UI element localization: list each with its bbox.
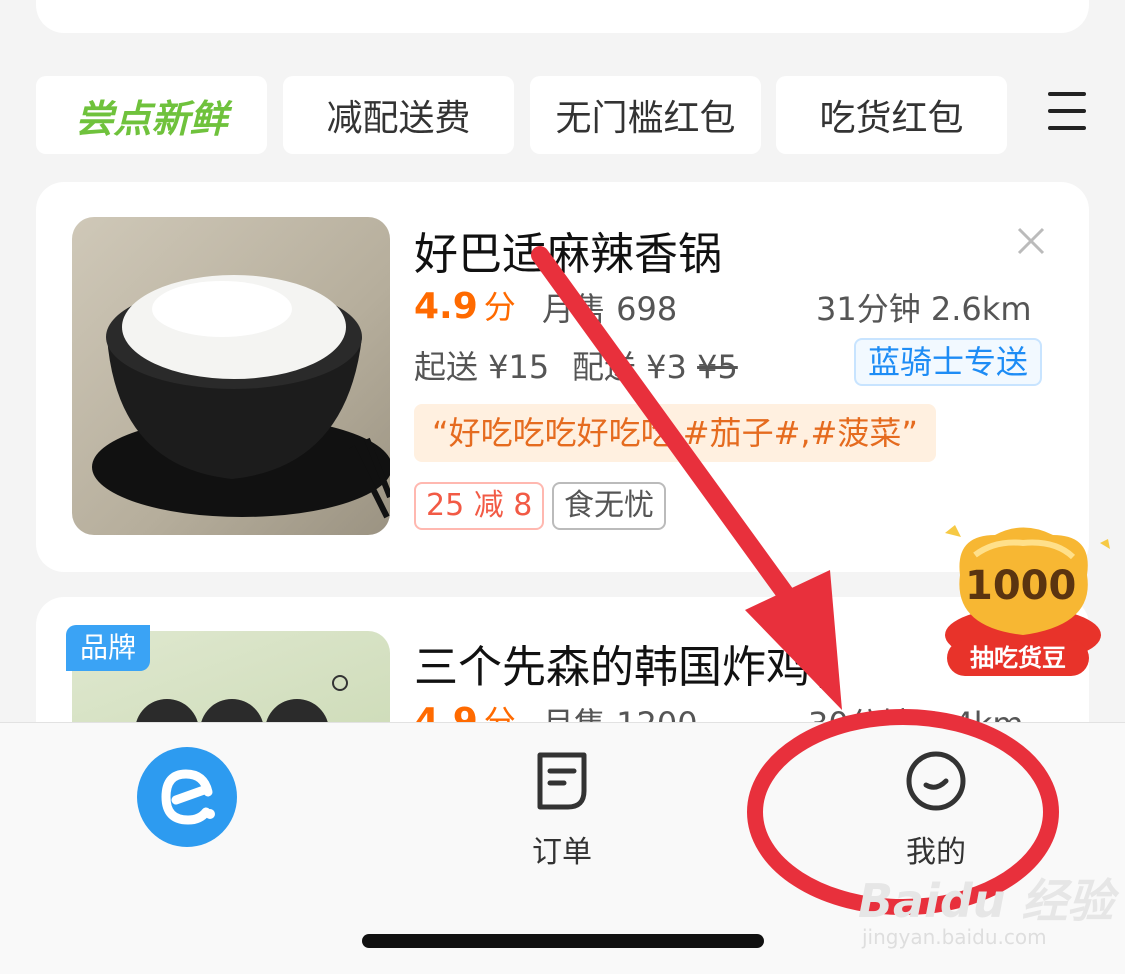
lucky-draw-number: 1000 — [965, 563, 1077, 609]
filter-chip-no-threshold-coupon[interactable]: 无门槛红包 — [530, 76, 761, 154]
promo-tag: 25 减 8 — [414, 482, 545, 530]
delivery-fee: 配送 ¥3 ¥5 — [572, 342, 738, 388]
safety-tag: 食无忧 — [552, 482, 666, 530]
eleme-logo-icon — [161, 769, 215, 825]
delivery-fee-current: 配送 ¥3 — [572, 348, 687, 386]
rating-unit: 分 — [483, 288, 516, 326]
store-thumbnail — [72, 217, 390, 535]
filter-chip-reduced-delivery[interactable]: 减配送费 — [283, 76, 514, 154]
tab-orders[interactable]: 订单 — [512, 749, 612, 871]
brand-badge: 品牌 — [66, 625, 151, 671]
profile-icon — [906, 751, 966, 811]
filter-chip-foodie-coupon[interactable]: 吃货红包 — [776, 76, 1007, 154]
min-order: 起送 ¥15 — [414, 348, 550, 386]
delivery-fee-original: ¥5 — [697, 348, 738, 386]
monthly-sales: 月售 698 — [542, 290, 678, 328]
top-card — [36, 0, 1089, 33]
tab-home[interactable] — [137, 747, 237, 847]
tab-mine[interactable]: 我的 — [886, 749, 986, 871]
filter-bar: 尝点新鲜 减配送费 无门槛红包 吃货红包 — [36, 76, 1089, 154]
order-icon — [537, 752, 587, 810]
watermark-logo: Baidu 经验 — [858, 874, 1114, 928]
store-name: 三个先森的韩国炸鸡( — [414, 642, 828, 693]
store-card[interactable]: 好巴适麻辣香锅 4.9 分 月售 698 31分钟 2.6km 起送 ¥15 配送… — [36, 182, 1089, 572]
filter-chip-fresh[interactable]: 尝点新鲜 — [36, 76, 267, 154]
delivery-badge: 蓝骑士专送 — [854, 338, 1043, 386]
lucky-draw-badge[interactable]: 1000 抽吃货豆 — [935, 515, 1110, 685]
rating-value: 4.9 — [414, 286, 478, 327]
store-name: 好巴适麻辣香锅 — [414, 229, 722, 280]
lucky-draw-label: 抽吃货豆 — [947, 640, 1089, 676]
eta-distance: 31分钟 2.6km — [816, 290, 1032, 328]
menu-icon[interactable] — [1048, 92, 1086, 132]
watermark-url: jingyan.baidu.com — [862, 925, 1047, 949]
close-icon[interactable] — [1016, 226, 1046, 256]
tab-orders-label: 订单 — [532, 835, 592, 870]
store-rating: 4.9分 — [414, 282, 516, 328]
home-indicator — [362, 934, 764, 948]
review-highlight: “好吃吃吃好吃吃,#茄子#,#菠菜” — [414, 404, 936, 462]
